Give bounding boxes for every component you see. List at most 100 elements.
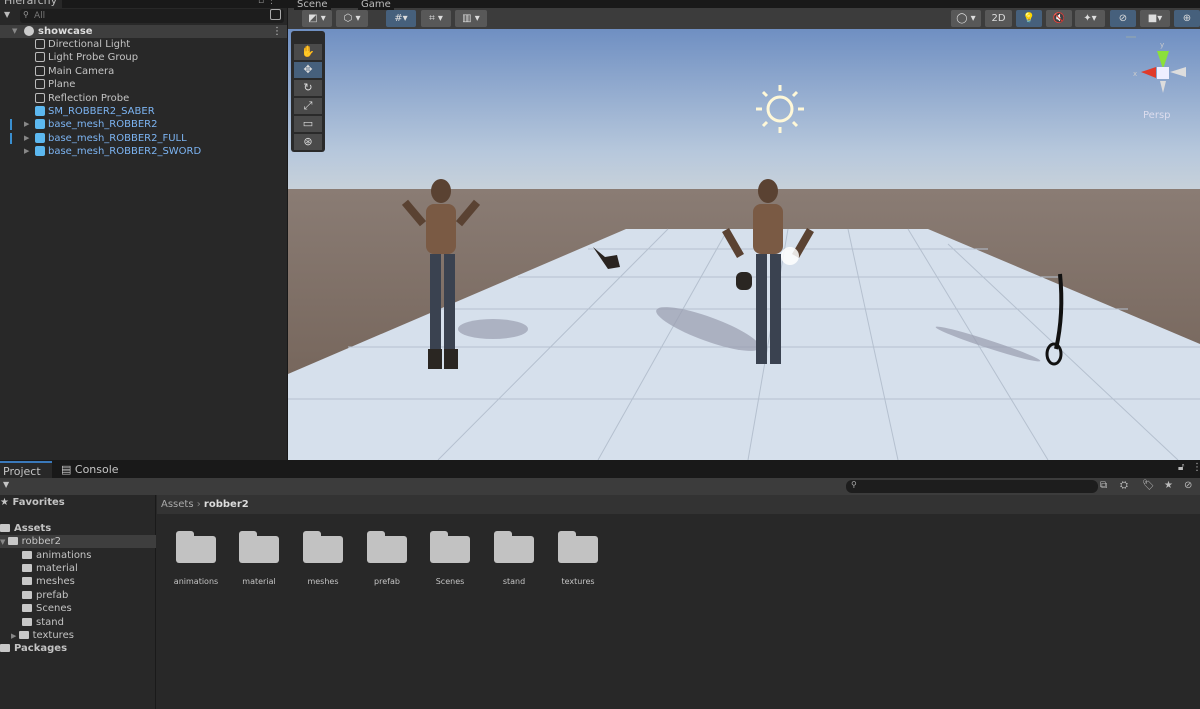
skybox xyxy=(288,29,1200,194)
expand-arrow-icon[interactable]: ▶ xyxy=(24,132,29,145)
hierarchy-item[interactable]: ▶ base_mesh_ROBBER2_SWORD xyxy=(0,145,287,158)
prefab-icon xyxy=(35,119,45,129)
scene-viewport[interactable]: y x Persp xyxy=(288,29,1200,460)
expand-arrow-icon[interactable]: ▶ xyxy=(24,118,29,131)
create-dropdown-icon[interactable]: ▼ xyxy=(4,10,10,19)
hidden-packages-icon[interactable]: ⊘ xyxy=(1184,480,1192,491)
expand-arrow-icon[interactable]: ▶ xyxy=(11,632,19,640)
tree-folder-item[interactable]: meshes xyxy=(22,575,75,588)
panel-menu-icon[interactable]: ⋮ xyxy=(1192,462,1200,473)
audio-toggle-icon[interactable]: 🔇 xyxy=(1046,10,1072,27)
hierarchy-item[interactable]: ▶ base_mesh_ROBBER2 xyxy=(0,118,287,131)
create-dropdown-icon[interactable]: ▼ xyxy=(3,480,9,489)
scene-row-showcase[interactable]: ▼ showcase ⋮ xyxy=(0,25,287,38)
scene-menu-icon[interactable]: ⋮ xyxy=(272,25,282,38)
breadcrumb-assets[interactable]: Assets xyxy=(161,499,194,510)
gizmos-dropdown[interactable]: ⊕ xyxy=(1174,10,1200,27)
maximize-icon[interactable]: ▫ ⋮ xyxy=(258,0,276,6)
hand-tool-icon[interactable]: ✋ xyxy=(294,44,322,60)
hierarchy-item[interactable]: Light Probe Group xyxy=(0,51,287,64)
assets-item[interactable]: Assets xyxy=(0,522,51,535)
gizmo-toggles-dropdown[interactable]: ▥ ▾ xyxy=(455,10,487,27)
project-tabbar: Project ▤ Console 🔓︎ ⋮ xyxy=(0,461,1200,478)
lock-icon[interactable]: 🔓︎ xyxy=(1178,462,1184,473)
hierarchy-item[interactable]: Main Camera xyxy=(0,65,287,78)
tree-folder-item[interactable]: ▶ textures xyxy=(11,629,74,642)
hierarchy-search-input[interactable]: All xyxy=(20,9,284,23)
project-tree: ★ Favorites Assets ▼ robber2 animations … xyxy=(0,495,156,709)
expand-arrow-icon[interactable]: ▶ xyxy=(24,145,29,158)
item-label: base_mesh_ROBBER2_SWORD xyxy=(48,146,202,157)
tab-game[interactable]: Game xyxy=(358,0,394,10)
collapse-arrow-icon[interactable]: ▼ xyxy=(12,25,17,38)
asset-folder[interactable]: Scenes xyxy=(420,531,480,586)
gameobject-icon xyxy=(35,52,45,62)
tree-folder-item[interactable]: material xyxy=(22,562,78,575)
folder-label: stand xyxy=(36,617,64,628)
scene-visibility-icon[interactable] xyxy=(270,9,281,20)
transform-tools-overlay: ✋ ✥ ↻ ⤢ ▭ ⊛ xyxy=(291,31,325,152)
folder-icon xyxy=(22,577,32,585)
tree-folder-item[interactable]: Scenes xyxy=(22,602,72,615)
scale-tool-icon[interactable]: ⤢ xyxy=(294,98,322,114)
toggle-2d-button[interactable]: 2D xyxy=(985,10,1012,27)
hierarchy-item[interactable]: ▶ base_mesh_ROBBER2_FULL xyxy=(0,132,287,145)
tab-hierarchy[interactable]: Hierarchy xyxy=(0,0,62,8)
prefab-icon xyxy=(35,146,45,156)
transform-tool-icon[interactable]: ⊛ xyxy=(294,134,322,150)
asset-folder[interactable]: stand xyxy=(484,531,544,586)
project-panel: Project ▤ Console 🔓︎ ⋮ ▼ ⚲ ⧉ ⛭ 🏷︎ ★ ⊘ ★ … xyxy=(0,461,1200,709)
breadcrumb: Assets › robber2 xyxy=(157,495,1200,514)
filter-by-type-icon[interactable]: ⛭ xyxy=(1120,480,1128,491)
item-label: Reflection Probe xyxy=(48,93,130,104)
collapse-arrow-icon[interactable]: ▼ xyxy=(0,538,8,546)
draw-mode-dropdown[interactable]: ◩ ▾ xyxy=(302,10,332,27)
folder-label: Scenes xyxy=(36,603,72,614)
folder-label: meshes xyxy=(36,576,75,587)
hierarchy-item[interactable]: Reflection Probe xyxy=(0,92,287,105)
gameobject-icon xyxy=(35,39,45,49)
asset-folder[interactable]: textures xyxy=(548,531,608,586)
camera-settings-dropdown[interactable]: ■▾ xyxy=(1140,10,1170,27)
tab-console[interactable]: ▤ Console xyxy=(58,461,122,478)
hierarchy-item[interactable]: SM_ROBBER2_SABER xyxy=(0,105,287,118)
tree-folder-item[interactable]: animations xyxy=(22,549,91,562)
render-mode-dropdown[interactable]: ◯ ▾ xyxy=(951,10,981,27)
asset-folder[interactable]: animations xyxy=(166,531,226,586)
favorite-star-icon[interactable]: ★ xyxy=(1164,480,1173,491)
filter-by-label-icon[interactable]: 🏷︎ xyxy=(1142,480,1155,491)
breadcrumb-robber2[interactable]: robber2 xyxy=(204,499,249,510)
increment-snap-dropdown[interactable]: ⌗ ▾ xyxy=(421,10,451,27)
hidden-objects-toggle-icon[interactable]: ⊘ xyxy=(1110,10,1136,27)
folder-label: animations xyxy=(36,550,92,561)
hierarchy-item[interactable]: Directional Light xyxy=(0,38,287,51)
shading-dropdown[interactable]: ⬡ ▾ xyxy=(336,10,368,27)
lighting-toggle-icon[interactable]: 💡 xyxy=(1016,10,1042,27)
search-by-type-icon[interactable]: ⧉ xyxy=(1100,480,1107,491)
asset-folder[interactable]: meshes xyxy=(293,531,353,586)
effects-dropdown[interactable]: ✦▾ xyxy=(1075,10,1105,27)
item-label: Plane xyxy=(48,79,76,90)
rotate-tool-icon[interactable]: ↻ xyxy=(294,80,322,96)
unity-scene-icon xyxy=(24,26,34,36)
folder-icon xyxy=(22,564,32,572)
gameobject-icon xyxy=(35,79,45,89)
asset-folder[interactable]: prefab xyxy=(357,531,417,586)
favorites-item[interactable]: ★ Favorites xyxy=(0,496,65,509)
tree-item-robber2[interactable]: ▼ robber2 xyxy=(0,535,156,548)
tree-folder-item[interactable]: stand xyxy=(22,616,64,629)
hierarchy-item[interactable]: Plane xyxy=(0,78,287,91)
grid-snapping-toggle[interactable]: #▾ xyxy=(386,10,416,27)
folder-icon xyxy=(0,644,10,652)
move-tool-icon[interactable]: ✥ xyxy=(294,62,322,78)
tab-project[interactable]: Project xyxy=(0,461,52,478)
packages-item[interactable]: Packages xyxy=(0,642,67,655)
project-search-input[interactable]: ⚲ xyxy=(846,480,1098,493)
tab-scene[interactable]: Scene xyxy=(294,0,331,10)
asset-folder[interactable]: material xyxy=(229,531,289,586)
rect-tool-icon[interactable]: ▭ xyxy=(294,116,322,132)
prefab-icon xyxy=(35,133,45,143)
tree-folder-item[interactable]: prefab xyxy=(22,589,68,602)
gizmo-y-label: y xyxy=(1160,41,1164,49)
projection-label[interactable]: Persp xyxy=(1143,110,1171,121)
